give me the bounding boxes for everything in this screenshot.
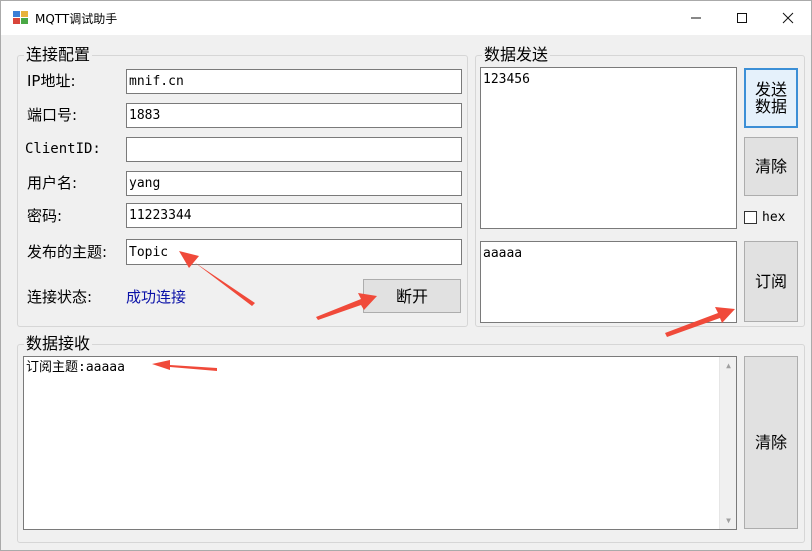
- close-button[interactable]: [765, 1, 811, 35]
- connection-config-title: 连接配置: [24, 45, 93, 65]
- status-label: 连接状态:: [27, 288, 93, 306]
- topic-input[interactable]: [126, 239, 462, 265]
- hex-checkbox[interactable]: [744, 211, 757, 224]
- ip-label: IP地址:: [27, 72, 76, 90]
- receive-text-area[interactable]: 订阅主题:aaaaa ▲ ▼: [23, 356, 737, 530]
- maximize-icon: [737, 13, 747, 23]
- clientid-label: ClientID:: [25, 141, 101, 157]
- ip-input[interactable]: [126, 69, 462, 94]
- clientid-input[interactable]: [126, 137, 462, 162]
- receive-text: 订阅主题:aaaaa: [26, 360, 125, 375]
- password-input[interactable]: [126, 203, 462, 228]
- port-input[interactable]: [126, 103, 462, 128]
- send-data-button[interactable]: 发送 数据: [744, 68, 798, 128]
- scroll-down-icon[interactable]: ▼: [720, 512, 737, 529]
- data-receive-title: 数据接收: [24, 334, 93, 354]
- send-text-area[interactable]: 123456: [480, 67, 737, 229]
- window-title: MQTT调试助手: [35, 12, 118, 26]
- app-window: MQTT调试助手 连接配置 IP地址: 端口号: ClientID: 用户名: …: [0, 0, 812, 551]
- data-send-title: 数据发送: [482, 45, 551, 65]
- minimize-icon: [691, 17, 701, 19]
- port-label: 端口号:: [27, 106, 78, 124]
- receive-scrollbar[interactable]: ▲ ▼: [719, 357, 736, 529]
- username-label: 用户名:: [27, 174, 78, 192]
- username-input[interactable]: [126, 171, 462, 196]
- minimize-button[interactable]: [673, 1, 719, 35]
- subscribe-topic-input[interactable]: aaaaa: [480, 241, 737, 323]
- scroll-up-icon[interactable]: ▲: [720, 357, 737, 374]
- close-icon: [782, 12, 794, 24]
- title-bar: MQTT调试助手: [1, 1, 811, 35]
- clear-receive-button[interactable]: 清除: [744, 356, 798, 529]
- hex-label: hex: [762, 210, 786, 225]
- app-icon: [13, 11, 29, 25]
- clear-send-button[interactable]: 清除: [744, 137, 798, 196]
- maximize-button[interactable]: [719, 1, 765, 35]
- topic-label: 发布的主题:: [27, 243, 108, 261]
- password-label: 密码:: [27, 207, 63, 225]
- connection-status-value: 成功连接: [126, 288, 187, 306]
- subscribe-button[interactable]: 订阅: [744, 241, 798, 322]
- disconnect-button[interactable]: 断开: [363, 279, 461, 313]
